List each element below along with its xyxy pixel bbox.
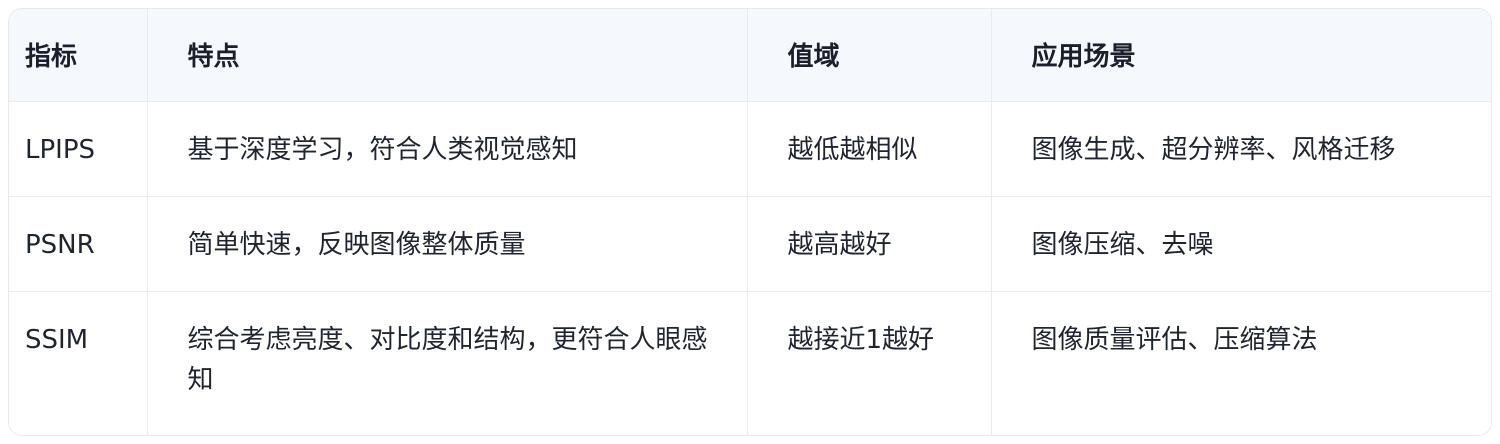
cell-range: 越接近1越好 bbox=[747, 290, 992, 435]
header-scene: 应用场景 bbox=[1031, 42, 1136, 73]
cell-scene: 图像压缩、去噪 bbox=[991, 195, 1491, 291]
cell-range: 越低越相似 bbox=[747, 100, 992, 196]
cell-metric: PSNR bbox=[9, 195, 148, 291]
cell-scene: 图像质量评估、压缩算法 bbox=[991, 290, 1491, 435]
header-metric: 指标 bbox=[9, 9, 148, 101]
cell-scene: 图像生成、超分辨率、风格迁移 bbox=[991, 100, 1491, 196]
cell-feature: 简单快速，反映图像整体质量 bbox=[147, 195, 748, 291]
cell-feature: 综合考虑亮度、对比度和结构，更符合人眼感知 bbox=[147, 290, 748, 435]
metrics-table-container: 指标 特点 值域 应用场景 LPIPS 基于深度学习，符合人类视觉感知 越低越相… bbox=[8, 8, 1492, 436]
table-row: SSIM 综合考虑亮度、对比度和结构，更符合人眼感知 越接近1越好 图像质量评估… bbox=[9, 290, 1491, 435]
cell-range: 越高越好 bbox=[747, 195, 992, 291]
table-header: 指标 特点 值域 应用场景 bbox=[9, 9, 1491, 101]
cell-metric: SSIM bbox=[9, 290, 148, 435]
table-body: LPIPS 基于深度学习，符合人类视觉感知 越低越相似 图像生成、超分辨率、风格… bbox=[9, 100, 1491, 435]
header-feature: 特点 bbox=[147, 9, 748, 101]
metrics-table: 指标 特点 值域 应用场景 LPIPS 基于深度学习，符合人类视觉感知 越低越相… bbox=[9, 9, 1491, 435]
table-row: LPIPS 基于深度学习，符合人类视觉感知 越低越相似 图像生成、超分辨率、风格… bbox=[9, 100, 1491, 196]
cell-feature: 基于深度学习，符合人类视觉感知 bbox=[147, 100, 748, 196]
header-range: 值域 bbox=[747, 9, 992, 101]
table-header-row: 指标 特点 值域 应用场景 bbox=[9, 9, 1491, 101]
cell-metric: LPIPS bbox=[9, 100, 148, 196]
table-row: PSNR 简单快速，反映图像整体质量 越高越好 图像压缩、去噪 bbox=[9, 195, 1491, 291]
